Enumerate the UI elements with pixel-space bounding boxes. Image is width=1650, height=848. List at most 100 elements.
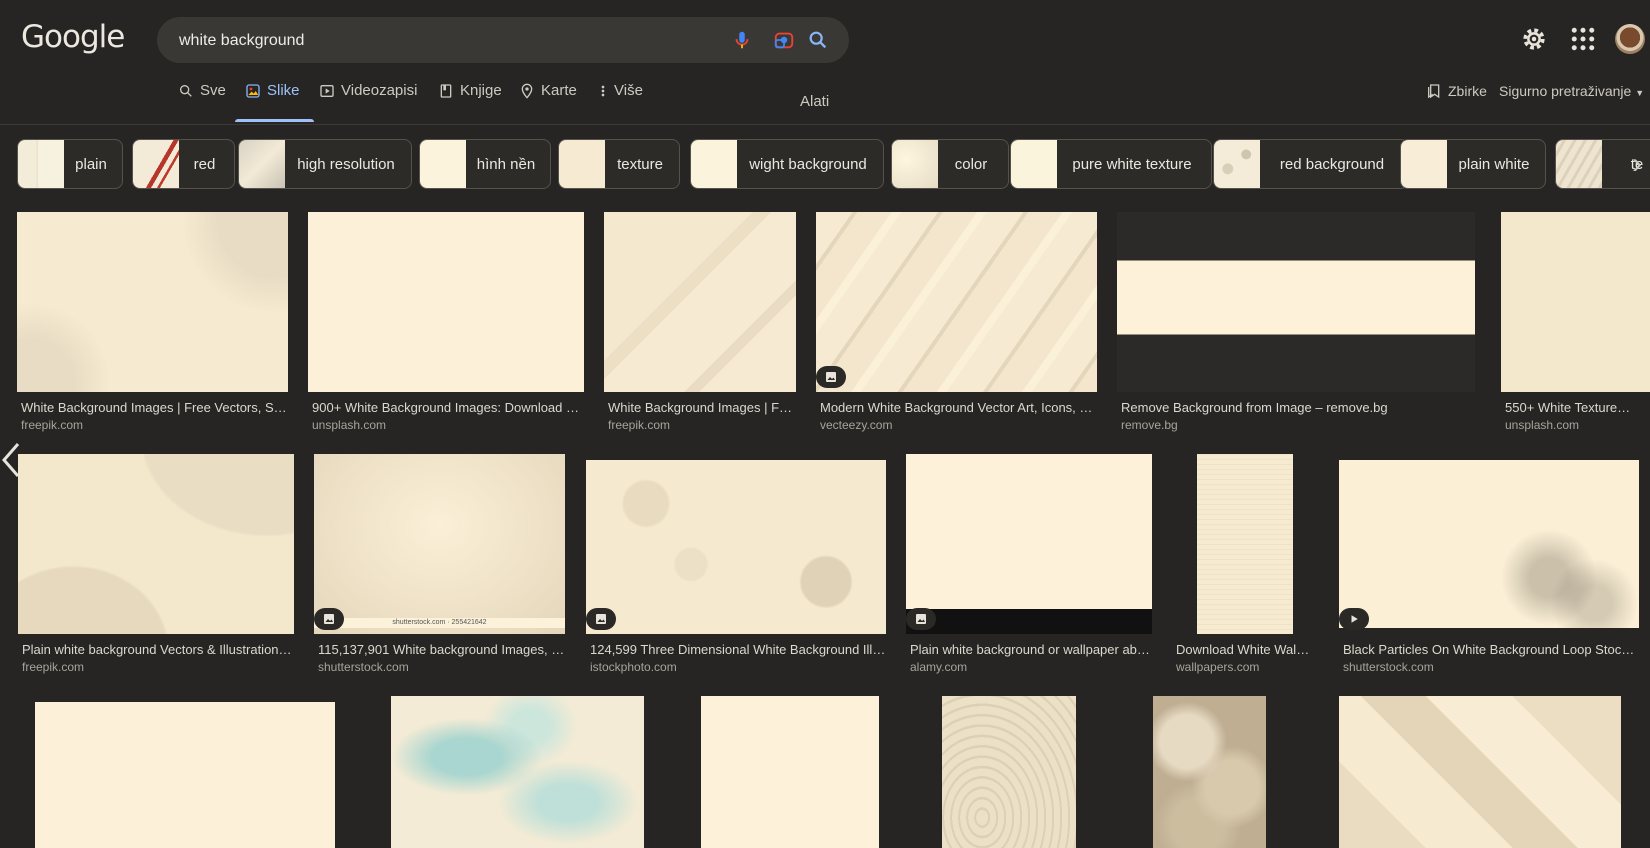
tab-videos[interactable]: Videozapisi [319, 82, 417, 122]
chip[interactable]: red background [1213, 139, 1409, 189]
search-box[interactable] [157, 17, 849, 65]
chip[interactable]: wight background [690, 139, 884, 189]
result-thumbnail [816, 212, 1097, 392]
chip-label: plain white [1458, 155, 1530, 173]
result-site: shutterstock.com [318, 660, 409, 674]
image-result[interactable]: White Background Images | Fre... freepik… [604, 212, 796, 432]
microphone-icon[interactable] [731, 29, 753, 51]
tab-label: Karte [541, 82, 577, 99]
chip-label: high resolution [297, 155, 395, 173]
image-result[interactable]: Remove Background from Image – remove.bg… [1117, 212, 1475, 432]
image-result[interactable]: 124,599 Three Dimensional White Backgrou… [586, 454, 886, 674]
active-tab-indicator [235, 119, 314, 122]
result-thumbnail [1501, 212, 1650, 392]
tab-maps[interactable]: Karte [519, 82, 577, 122]
result-site: freepik.com [21, 418, 84, 432]
result-site: unsplash.com [312, 418, 387, 432]
result-thumbnail [1117, 212, 1475, 392]
chip-thumbnail [420, 140, 466, 188]
image-result[interactable]: White Background Images | Free Vectors, … [17, 212, 289, 432]
chip[interactable]: high resolution [238, 139, 412, 189]
image-result[interactable] [701, 696, 879, 848]
image-result[interactable]: Plain white background Vectors & Illustr… [18, 454, 294, 674]
result-title: Remove Background from Image – remove.bg [1121, 400, 1388, 415]
result-thumbnail [1339, 460, 1639, 628]
chips-next-chevron-icon[interactable]: › [1632, 149, 1650, 189]
tab-all[interactable]: Sve [178, 82, 226, 122]
tab-label: Više [614, 82, 643, 99]
account-avatar[interactable] [1615, 24, 1645, 54]
result-thumbnail [586, 460, 886, 634]
collections-button[interactable]: Zbirke [1426, 82, 1487, 100]
video-play-icon [320, 85, 334, 97]
image-icon [246, 84, 260, 98]
result-thumbnail [1197, 454, 1293, 634]
image-result[interactable]: Modern White Background Vector Art, Icon… [816, 212, 1097, 432]
tab-books[interactable]: Knjige [438, 82, 502, 122]
tools-button[interactable]: Alati [800, 93, 829, 110]
image-result[interactable]: Download White Wallp... wallpapers.com [1172, 454, 1310, 674]
result-site: freepik.com [608, 418, 671, 432]
image-result[interactable]: 900+ White Background Images: Download H… [308, 212, 584, 432]
tab-label: Knjige [460, 82, 502, 99]
tab-label: Slike [267, 82, 300, 99]
tab-images[interactable]: Slike [235, 82, 314, 122]
image-result[interactable]: Plain white background or wallpaper abst… [906, 454, 1152, 674]
image-result[interactable] [1153, 696, 1266, 848]
google-logo[interactable]: Google [21, 19, 125, 55]
image-result[interactable]: 550+ White Texture Pic... unsplash.com [1501, 212, 1650, 432]
chip[interactable]: red [132, 139, 235, 189]
result-thumbnail [17, 212, 288, 392]
chip-thumbnail [559, 140, 605, 188]
chip[interactable]: pure white texture [1010, 139, 1212, 189]
chip-thumbnail [1011, 140, 1057, 188]
result-title: 115,137,901 White background Images, St.… [318, 642, 566, 657]
image-result[interactable] [942, 696, 1076, 848]
chip-thumbnail [133, 140, 179, 188]
chip[interactable]: texture [558, 139, 680, 189]
header: Google Sve [0, 0, 1650, 125]
result-thumbnail [906, 454, 1152, 634]
chip-label: plain [75, 155, 107, 173]
result-site: remove.bg [1121, 418, 1178, 432]
search-icon[interactable] [807, 29, 829, 51]
result-thumbnail [1339, 696, 1621, 848]
result-title: 124,599 Three Dimensional White Backgrou… [590, 642, 886, 657]
chip-label: pure white texture [1072, 155, 1192, 173]
chip[interactable]: color [891, 139, 1009, 189]
chip-thumbnail [1556, 140, 1602, 188]
search-icon [180, 85, 192, 97]
related-searches-chips: plain red high resolution hình nền textu… [17, 139, 1650, 189]
image-result[interactable] [35, 702, 335, 848]
tab-more[interactable]: Više [598, 82, 643, 122]
safe-search-dropdown[interactable]: Sigurno pretraživanje ▼ [1499, 83, 1644, 99]
chip[interactable]: hình nền [419, 139, 551, 189]
result-site: alamy.com [910, 660, 968, 674]
result-title: Plain white background Vectors & Illustr… [22, 642, 294, 657]
chip-label: red [193, 155, 216, 173]
settings-gear-icon[interactable] [1519, 24, 1549, 54]
image-badge [586, 608, 616, 630]
chip[interactable]: plain [17, 139, 123, 189]
image-icon [324, 614, 334, 624]
image-result[interactable]: Black Particles On White Background Loop… [1339, 454, 1639, 674]
apps-grid-icon[interactable] [1568, 24, 1598, 54]
image-result[interactable] [391, 696, 644, 848]
result-title: Plain white background or wallpaper abst… [910, 642, 1152, 657]
result-title: Download White Wallp... [1176, 642, 1310, 657]
result-title: White Background Images | Free Vectors, … [21, 400, 289, 415]
image-result[interactable]: shutterstock.com · 255421642 115,137,901… [314, 454, 566, 674]
image-result[interactable] [1339, 696, 1621, 848]
play-icon [1351, 615, 1358, 623]
result-site: istockphoto.com [590, 660, 677, 674]
result-thumbnail [314, 454, 565, 634]
result-title: Modern White Background Vector Art, Icon… [820, 400, 1097, 415]
search-input[interactable] [177, 17, 701, 65]
video-badge [1339, 608, 1369, 630]
camera-lens-icon[interactable] [773, 29, 795, 51]
tab-label: Sve [200, 82, 226, 99]
chip[interactable]: plain white [1400, 139, 1546, 189]
result-title: White Background Images | Fre... [608, 400, 796, 415]
result-thumbnail [942, 696, 1076, 848]
result-thumbnail [604, 212, 796, 392]
